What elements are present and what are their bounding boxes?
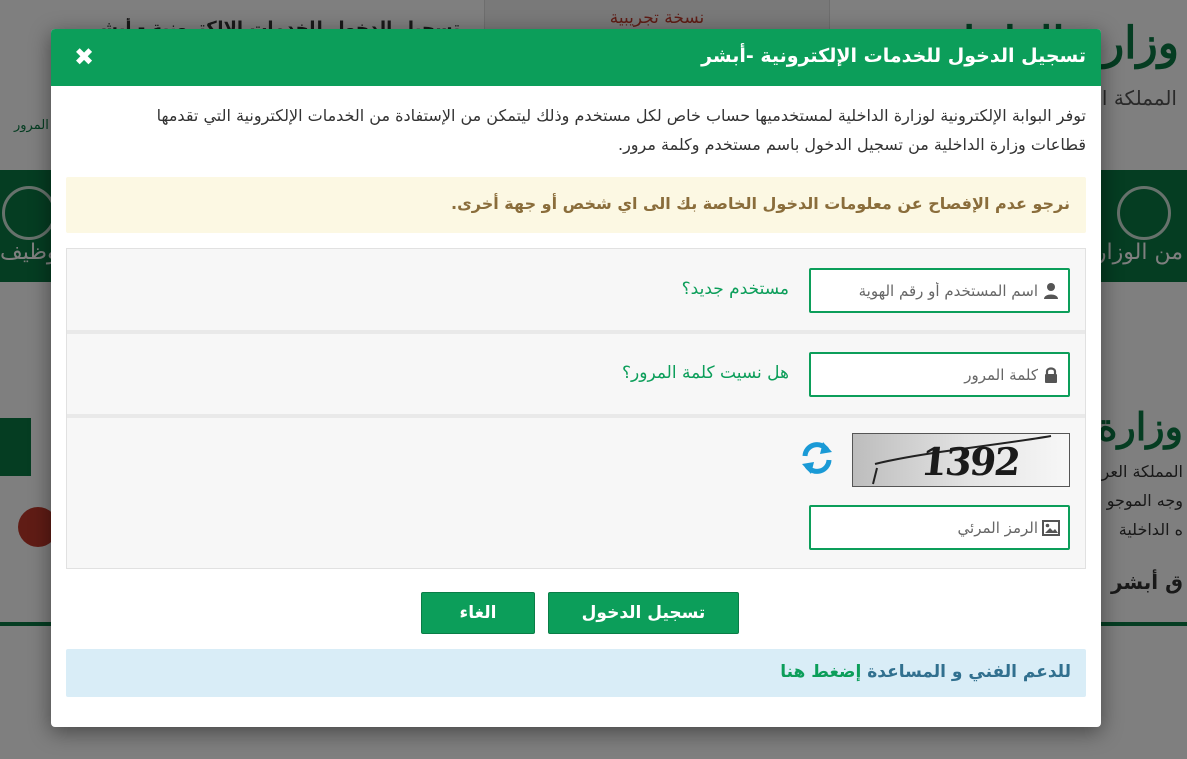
captcha-field[interactable] — [809, 505, 1070, 550]
row-divider — [67, 330, 1085, 334]
support-alert: للدعم الفني و المساعدة إضغط هنا — [66, 649, 1086, 697]
refresh-icon[interactable] — [799, 440, 835, 476]
support-text: للدعم الفني و المساعدة — [861, 662, 1071, 682]
login-modal: تسجيل الدخول للخدمات الإلكترونية -أبشر ✖… — [51, 29, 1101, 727]
captcha-image: 1392 — [852, 433, 1070, 487]
user-icon — [1044, 283, 1058, 299]
password-field[interactable] — [809, 352, 1070, 397]
security-warning-text: نرجو عدم الإفصاح عن معلومات الدخول الخاص… — [451, 194, 1070, 213]
close-icon[interactable]: ✖ — [71, 43, 97, 71]
login-button[interactable]: تسجيل الدخول — [548, 592, 739, 634]
forgot-password-link[interactable]: هل نسيت كلمة المرور؟ — [622, 363, 789, 383]
modal-title: تسجيل الدخول للخدمات الإلكترونية -أبشر — [701, 45, 1086, 67]
image-icon — [1042, 520, 1060, 536]
lock-icon — [1045, 367, 1057, 383]
login-form-panel: مستخدم جديد؟ هل نسيت كلمة المرور؟ 1392 — [66, 248, 1086, 569]
security-warning-alert: نرجو عدم الإفصاح عن معلومات الدخول الخاص… — [66, 177, 1086, 233]
captcha-input[interactable] — [816, 507, 1038, 548]
support-link[interactable]: إضغط هنا — [780, 662, 861, 682]
support-text-row: للدعم الفني و المساعدة إضغط هنا — [780, 662, 1071, 682]
new-user-link[interactable]: مستخدم جديد؟ — [682, 279, 789, 299]
password-input[interactable] — [816, 354, 1038, 395]
captcha-text: 1392 — [918, 439, 1022, 484]
row-divider — [67, 414, 1085, 418]
username-field[interactable] — [809, 268, 1070, 313]
intro-text: توفر البوابة الإلكترونية لوزارة الداخلية… — [156, 106, 1086, 154]
modal-header: تسجيل الدخول للخدمات الإلكترونية -أبشر ✖ — [51, 29, 1101, 86]
username-input[interactable] — [816, 270, 1038, 311]
cancel-button[interactable]: الغاء — [421, 592, 535, 634]
